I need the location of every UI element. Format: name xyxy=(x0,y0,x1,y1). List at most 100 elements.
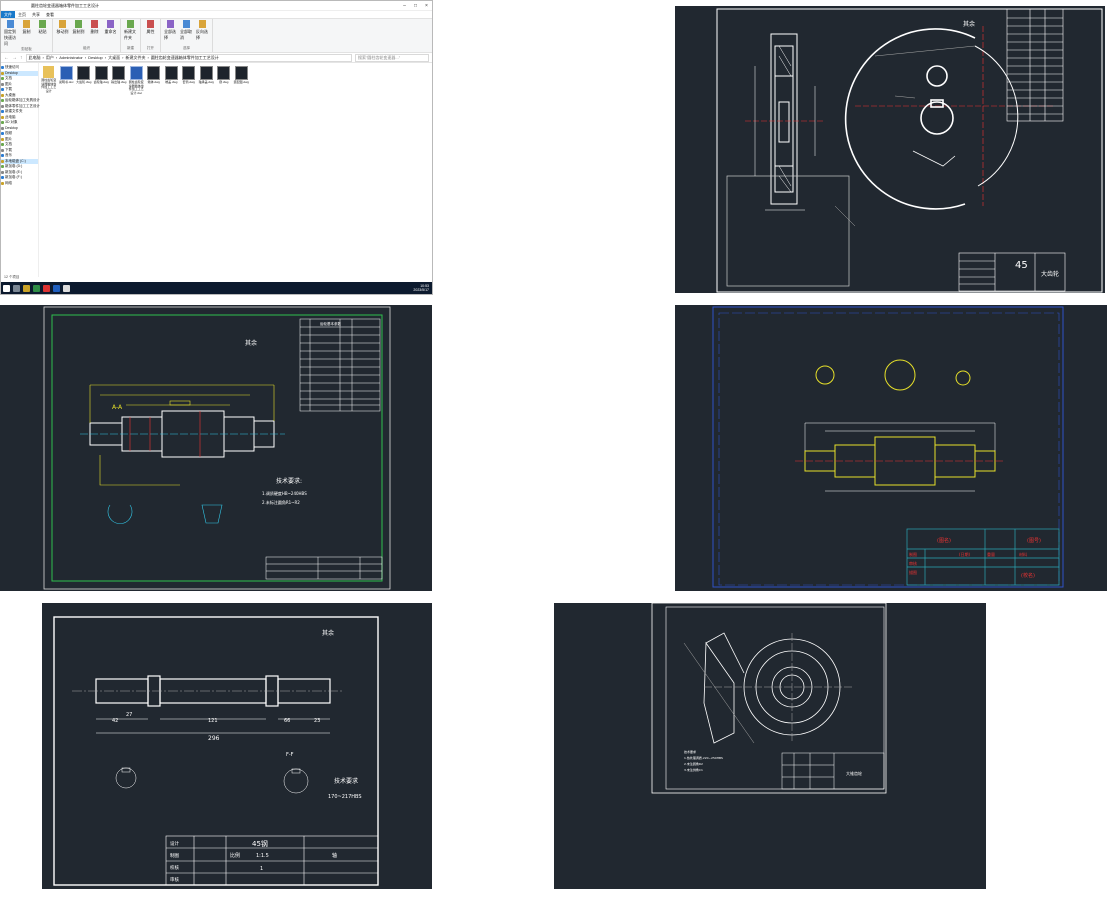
maximize-button[interactable]: □ xyxy=(410,3,421,9)
ribbon-button-icon xyxy=(7,20,14,28)
ribbon-tabs: 文件 主页 共享 查看 xyxy=(1,11,432,18)
breadcrumb-separator-icon: › xyxy=(147,55,149,60)
search-box[interactable]: 搜索"圆柱齿轮变速器..." xyxy=(355,53,429,62)
shaft-table-svg: 其余 A-A 齿轮基本参数 技术要求: 1.调质硬度HB~240HBS 2.未标… xyxy=(43,306,391,590)
part-name: 轴 xyxy=(332,852,337,859)
app-icon[interactable] xyxy=(63,284,70,292)
breadcrumb-item[interactable]: 大桌面 xyxy=(108,55,120,61)
nav-item-label: 快速访问 xyxy=(5,65,19,70)
ribbon-group: 新建文件夹 新建 xyxy=(121,19,141,52)
ribbon-button[interactable]: 删除 xyxy=(88,20,101,35)
forward-icon[interactable]: → xyxy=(12,55,17,61)
breadcrumb-item[interactable]: 用户 xyxy=(46,55,54,61)
nav-item-icon xyxy=(1,132,4,136)
ribbon-button-icon xyxy=(147,20,154,28)
nav-item-icon xyxy=(1,82,4,86)
dwg-file-icon xyxy=(217,66,231,80)
ribbon-group: 全部选择 全部取消 反向选择 选择 xyxy=(161,19,213,52)
title-row: 描图 xyxy=(909,569,917,575)
file-item[interactable]: 输出轴.dwg xyxy=(111,66,127,95)
folder-icon[interactable] xyxy=(23,284,30,292)
ribbon-button[interactable]: 移动到 xyxy=(56,20,69,35)
file-item[interactable]: 圆柱齿轮变速器箱体零件加工工艺设计 xyxy=(41,66,57,95)
ribbon-button-label: 反向选择 xyxy=(196,29,208,40)
search-icon[interactable] xyxy=(13,284,20,292)
title-row: 制图 xyxy=(909,551,917,557)
nav-item-label: 文档 xyxy=(5,142,12,147)
scale-value: 1:1.5 xyxy=(256,853,269,859)
roughness-note: 其余 xyxy=(322,629,334,637)
drawing-shaft-blue: (图名) (图号) (校名) 制图 审核 描图 (日期) 重量 材料 xyxy=(675,305,1107,591)
dwg-file-icon xyxy=(199,66,213,80)
minimize-button[interactable]: – xyxy=(399,3,410,9)
breadcrumb-item[interactable]: 圆柱齿轮变速器箱体零件加工工艺设计 xyxy=(151,55,219,61)
drawing-number: (图号) xyxy=(1027,538,1041,544)
tab-file[interactable]: 文件 xyxy=(1,11,15,18)
app-icon[interactable] xyxy=(33,284,40,292)
roughness-note: 其余 xyxy=(245,339,257,347)
breadcrumb-item[interactable]: 新建文件夹 xyxy=(125,55,145,61)
weight-label: 重量 xyxy=(987,551,995,557)
nav-item-icon xyxy=(1,126,4,130)
ribbon-button[interactable]: 复制到 xyxy=(72,20,85,35)
nav-item-icon xyxy=(1,99,4,103)
tech-line: 2.未标注圆角R1~R2 xyxy=(262,499,300,505)
address-bar[interactable]: 此电脑 › 用户 › Administrator › Desktop › 大桌面 › 新建文件夹 › 圆… xyxy=(25,53,352,62)
ribbon-button-label: 复制到 xyxy=(72,29,85,34)
nav-item[interactable]: 齿轮箱体加工夹具设计 xyxy=(1,98,40,104)
drawing-name: (图名) xyxy=(937,537,951,544)
ribbon-group: 移动到 复制到 删除 重命名 组织 xyxy=(53,19,121,52)
ribbon-group: 属性 打开 xyxy=(141,19,161,52)
tab-share[interactable]: 共享 xyxy=(29,12,43,18)
ribbon-button[interactable]: 反向选择 xyxy=(196,20,209,41)
breadcrumb-item[interactable]: Desktop xyxy=(88,55,103,60)
file-item[interactable]: 大齿轮.dwg xyxy=(76,66,92,95)
dim-label: 42 xyxy=(112,718,118,724)
word-icon[interactable] xyxy=(53,284,60,292)
ribbon-button[interactable]: 全部取消 xyxy=(180,20,193,41)
nav-item[interactable]: 网络 xyxy=(1,181,38,187)
start-icon[interactable] xyxy=(3,284,10,292)
nav-item-icon xyxy=(1,154,4,158)
nav-item-label: 新建文件夹 xyxy=(5,109,23,114)
nav-item-label: 3D 对象 xyxy=(5,120,18,125)
nav-item-icon xyxy=(1,110,4,114)
folder-icon xyxy=(43,66,55,78)
ribbon-button-label: 删除 xyxy=(90,29,99,34)
tech-line: 3.未注倒角C1 xyxy=(684,767,703,772)
ribbon-button[interactable]: 属性 xyxy=(144,20,157,35)
ribbon-button[interactable]: 粘贴 xyxy=(36,20,49,47)
ribbon-button[interactable]: 复制 xyxy=(20,20,33,47)
file-item[interactable]: 端盖.dwg xyxy=(164,66,180,95)
file-item[interactable]: 装配图.dwg xyxy=(234,66,250,95)
tab-home[interactable]: 主页 xyxy=(15,12,29,18)
ribbon-button[interactable]: 重命名 xyxy=(104,20,117,35)
file-item[interactable]: 轴承盖.dwg xyxy=(199,66,215,95)
nav-item-icon xyxy=(1,165,4,169)
file-item[interactable]: 齿轮轴.dwg xyxy=(94,66,110,95)
drawing-gear: 其余 45 大齿轮 xyxy=(675,6,1105,293)
app-icon[interactable] xyxy=(43,284,50,292)
breadcrumb-item[interactable]: 此电脑 xyxy=(29,55,41,61)
file-list: 圆柱齿轮变速器箱体零件加工工艺设计 说明书.doc 大齿轮.dwg 齿轮轴.dwg 输出… xyxy=(39,63,432,277)
file-item[interactable]: 说明书.doc xyxy=(59,66,75,95)
file-item[interactable]: 箱体.dwg xyxy=(146,66,162,95)
breadcrumb-item[interactable]: Administrator xyxy=(59,55,83,60)
ribbon-button[interactable]: 新建文件夹 xyxy=(124,20,137,41)
up-icon[interactable]: ↑ xyxy=(20,55,23,61)
back-icon[interactable]: ← xyxy=(4,55,9,61)
ribbon-button[interactable]: 全部选择 xyxy=(164,20,177,41)
ribbon-button-icon xyxy=(23,20,30,28)
file-item[interactable]: 圆柱齿轮变速器箱体零件加工工艺设计.doc xyxy=(129,66,145,95)
file-item[interactable]: 键.dwg xyxy=(216,66,232,95)
breadcrumb-separator-icon: › xyxy=(104,55,107,60)
file-item[interactable]: 套筒.dwg xyxy=(181,66,197,95)
file-name: 装配图.dwg xyxy=(233,80,249,84)
ribbon-button[interactable]: 固定到快速访问 xyxy=(4,20,17,47)
tab-view[interactable]: 查看 xyxy=(43,12,57,18)
close-button[interactable]: × xyxy=(421,3,432,9)
nav-item-icon xyxy=(1,88,4,92)
nav-item-label: 此电脑 xyxy=(5,114,16,119)
ribbon-button-label: 新建文件夹 xyxy=(124,29,136,40)
dim-label: 23 xyxy=(314,718,320,724)
